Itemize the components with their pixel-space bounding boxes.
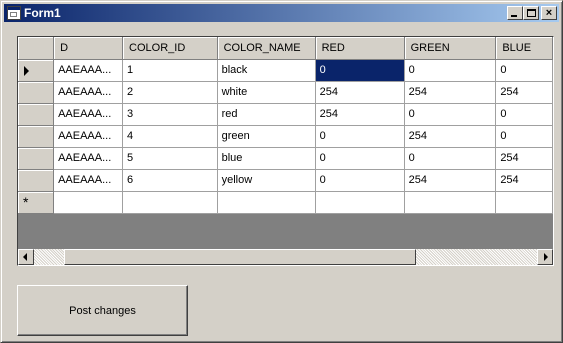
new-row: * (18, 191, 553, 214)
cell-color-name[interactable]: yellow (217, 169, 316, 192)
maximize-button[interactable] (523, 6, 539, 20)
app-icon[interactable] (7, 6, 21, 20)
cell-d[interactable]: AAEAAA... (53, 59, 124, 82)
arrow-left-icon (23, 253, 27, 261)
table-row: AAEAAA... 6 yellow 0 254 254 (18, 169, 553, 192)
cell-color-id[interactable]: 6 (122, 169, 218, 192)
cell-d[interactable]: AAEAAA... (53, 103, 124, 126)
scroll-left-button[interactable] (18, 249, 34, 265)
form-window: Form1 × D COLOR_ID COLOR_NAME RED GREEN (0, 0, 563, 343)
row-header[interactable] (18, 169, 55, 192)
cell-color-id[interactable]: 4 (122, 125, 218, 148)
cell-color-id[interactable]: 5 (122, 147, 218, 170)
minimize-icon (511, 15, 517, 17)
column-header-green[interactable]: GREEN (404, 37, 497, 60)
row-header[interactable] (18, 81, 55, 104)
arrow-right-icon (544, 253, 548, 261)
close-button[interactable]: × (541, 6, 557, 20)
minimize-button[interactable] (507, 6, 523, 20)
grid-corner-header[interactable] (18, 37, 55, 60)
table-row: AAEAAA... 4 green 0 254 0 (18, 125, 553, 148)
cell-red[interactable]: 0 (315, 147, 405, 170)
cell-blue[interactable]: 254 (495, 81, 553, 104)
table-row: AAEAAA... 5 blue 0 0 254 (18, 147, 553, 170)
cell-color-name[interactable]: green (217, 125, 316, 148)
cell-green[interactable]: 254 (404, 81, 497, 104)
new-row-header[interactable]: * (18, 191, 55, 214)
cell-red[interactable]: 0 (315, 169, 405, 192)
cell-green[interactable]: 254 (404, 125, 497, 148)
cell-color-name[interactable]: blue (217, 147, 316, 170)
cell-color-name[interactable]: red (217, 103, 316, 126)
cell-blue[interactable]: 0 (495, 125, 553, 148)
data-grid[interactable]: D COLOR_ID COLOR_NAME RED GREEN BLUE AAE… (17, 36, 554, 266)
table-row: AAEAAA... 1 black 0 0 0 (18, 59, 553, 82)
cell-green[interactable]: 0 (404, 147, 497, 170)
close-icon: × (545, 7, 553, 19)
new-cell[interactable] (404, 191, 497, 214)
table-row: AAEAAA... 2 white 254 254 254 (18, 81, 553, 104)
cell-red[interactable]: 254 (315, 81, 405, 104)
cell-d[interactable]: AAEAAA... (53, 147, 124, 170)
cell-color-id[interactable]: 2 (122, 81, 218, 104)
cell-green[interactable]: 0 (404, 103, 497, 126)
cell-d[interactable]: AAEAAA... (53, 169, 124, 192)
window-title: Form1 (24, 6, 61, 20)
cell-d[interactable]: AAEAAA... (53, 81, 124, 104)
new-cell[interactable] (495, 191, 553, 214)
column-header-d[interactable]: D (53, 37, 124, 60)
column-header-row: D COLOR_ID COLOR_NAME RED GREEN BLUE (18, 37, 553, 60)
table-row: AAEAAA... 3 red 254 0 0 (18, 103, 553, 126)
row-header[interactable] (18, 59, 55, 82)
current-row-arrow-icon (24, 65, 29, 76)
new-cell[interactable] (315, 191, 405, 214)
column-header-red[interactable]: RED (315, 37, 405, 60)
scroll-right-button[interactable] (537, 249, 553, 265)
maximize-icon (526, 9, 536, 17)
cell-color-id[interactable]: 1 (122, 59, 218, 82)
new-cell[interactable] (217, 191, 316, 214)
row-header[interactable] (18, 147, 55, 170)
column-header-color-id[interactable]: COLOR_ID (122, 37, 218, 60)
column-header-color-name[interactable]: COLOR_NAME (217, 37, 316, 60)
cell-red[interactable]: 254 (315, 103, 405, 126)
column-header-blue[interactable]: BLUE (495, 37, 553, 60)
cell-green[interactable]: 254 (404, 169, 497, 192)
cell-blue[interactable]: 254 (495, 147, 553, 170)
row-header[interactable] (18, 103, 55, 126)
new-cell[interactable] (122, 191, 218, 214)
title-bar-buttons: × (507, 6, 557, 20)
post-changes-button[interactable]: Post changes (17, 285, 188, 336)
cell-blue[interactable]: 0 (495, 103, 553, 126)
new-row-asterisk-icon: * (23, 193, 29, 210)
cell-d[interactable]: AAEAAA... (53, 125, 124, 148)
title-bar[interactable]: Form1 × (4, 4, 559, 22)
grid-table: D COLOR_ID COLOR_NAME RED GREEN BLUE AAE… (18, 37, 553, 214)
scrollbar-thumb[interactable] (64, 249, 416, 265)
horizontal-scrollbar[interactable] (18, 249, 553, 265)
row-header[interactable] (18, 125, 55, 148)
cell-green[interactable]: 0 (404, 59, 497, 82)
cell-color-name[interactable]: white (217, 81, 316, 104)
cell-color-name[interactable]: black (217, 59, 316, 82)
cell-blue[interactable]: 254 (495, 169, 553, 192)
cell-red[interactable]: 0 (315, 125, 405, 148)
cell-color-id[interactable]: 3 (122, 103, 218, 126)
new-cell[interactable] (53, 191, 124, 214)
cell-red-selected[interactable]: 0 (315, 59, 405, 82)
cell-blue[interactable]: 0 (495, 59, 553, 82)
